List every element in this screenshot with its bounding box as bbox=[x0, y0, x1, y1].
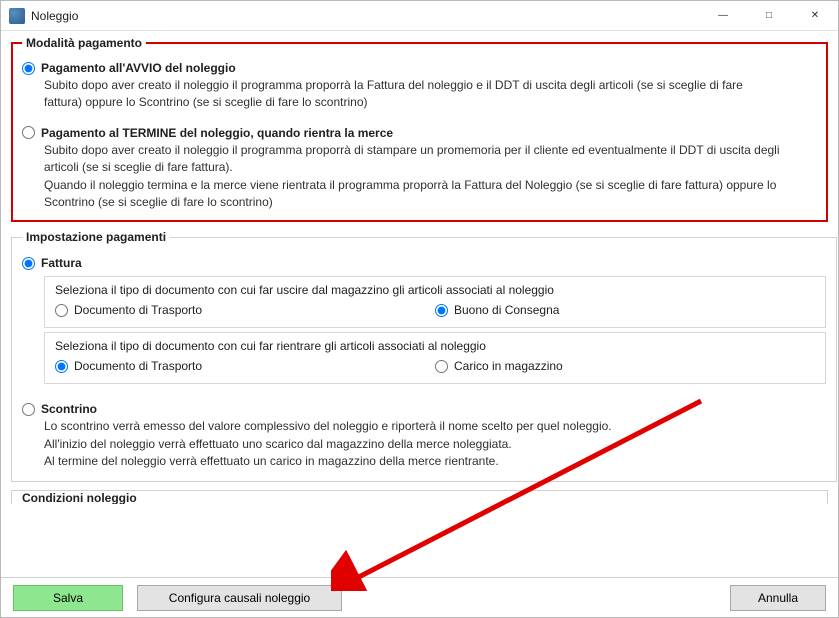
payment-end-desc: Subito dopo aver creato il noleggio il p… bbox=[44, 142, 817, 212]
payment-start-row[interactable]: Pagamento all'AVVIO del noleggio bbox=[22, 61, 817, 75]
scontrino-row[interactable]: Scontrino bbox=[22, 402, 826, 416]
uscita-box: Seleziona il tipo di documento con cui f… bbox=[44, 276, 826, 328]
payment-end-radio[interactable] bbox=[22, 126, 35, 139]
conditions-legend: Condizioni noleggio bbox=[22, 491, 137, 504]
window-controls: ― □ ✕ bbox=[700, 1, 838, 30]
window-title: Noleggio bbox=[31, 9, 700, 23]
scontrino-desc: Lo scontrino verrà emesso del valore com… bbox=[44, 418, 826, 470]
uscita-ddt-radio[interactable] bbox=[55, 304, 68, 317]
conditions-group: Condizioni noleggio bbox=[11, 490, 828, 504]
rientro-ddt-row[interactable]: Documento di Trasporto bbox=[55, 359, 435, 373]
rientro-box: Seleziona il tipo di documento con cui f… bbox=[44, 332, 826, 384]
rientro-ddt-label: Documento di Trasporto bbox=[74, 359, 202, 373]
rientro-carico-label: Carico in magazzino bbox=[454, 359, 563, 373]
rientro-carico-radio[interactable] bbox=[435, 360, 448, 373]
rientro-prompt: Seleziona il tipo di documento con cui f… bbox=[55, 339, 815, 353]
app-icon bbox=[9, 8, 25, 24]
rientro-ddt-radio[interactable] bbox=[55, 360, 68, 373]
payment-settings-legend: Impostazione pagamenti bbox=[22, 230, 170, 244]
uscita-buono-radio[interactable] bbox=[435, 304, 448, 317]
uscita-ddt-label: Documento di Trasporto bbox=[74, 303, 202, 317]
cancel-button[interactable]: Annulla bbox=[730, 585, 826, 611]
fattura-radio[interactable] bbox=[22, 257, 35, 270]
uscita-ddt-row[interactable]: Documento di Trasporto bbox=[55, 303, 435, 317]
configure-causali-button[interactable]: Configura causali noleggio bbox=[137, 585, 342, 611]
footer-bar: Salva Configura causali noleggio Annulla bbox=[1, 577, 838, 617]
fattura-subgroup: Seleziona il tipo di documento con cui f… bbox=[44, 276, 826, 384]
scontrino-label: Scontrino bbox=[41, 402, 97, 416]
fattura-row[interactable]: Fattura bbox=[22, 256, 826, 270]
payment-end-label: Pagamento al TERMINE del noleggio, quand… bbox=[41, 126, 393, 140]
payment-mode-legend: Modalità pagamento bbox=[22, 36, 146, 50]
maximize-button[interactable]: □ bbox=[746, 1, 792, 30]
payment-start-label: Pagamento all'AVVIO del noleggio bbox=[41, 61, 236, 75]
rientro-carico-row[interactable]: Carico in magazzino bbox=[435, 359, 815, 373]
titlebar: Noleggio ― □ ✕ bbox=[1, 1, 838, 31]
minimize-button[interactable]: ― bbox=[700, 1, 746, 30]
uscita-prompt: Seleziona il tipo di documento con cui f… bbox=[55, 283, 815, 297]
fattura-label: Fattura bbox=[41, 256, 82, 270]
payment-settings-group: Impostazione pagamenti Fattura Seleziona… bbox=[11, 230, 837, 481]
content-area: Modalità pagamento Pagamento all'AVVIO d… bbox=[1, 31, 838, 579]
uscita-buono-label: Buono di Consegna bbox=[454, 303, 559, 317]
uscita-buono-row[interactable]: Buono di Consegna bbox=[435, 303, 815, 317]
payment-start-radio[interactable] bbox=[22, 62, 35, 75]
save-button[interactable]: Salva bbox=[13, 585, 123, 611]
payment-end-row[interactable]: Pagamento al TERMINE del noleggio, quand… bbox=[22, 126, 817, 140]
close-button[interactable]: ✕ bbox=[792, 1, 838, 30]
payment-start-desc: Subito dopo aver creato il noleggio il p… bbox=[44, 77, 764, 112]
payment-mode-group: Modalità pagamento Pagamento all'AVVIO d… bbox=[11, 36, 828, 222]
scontrino-radio[interactable] bbox=[22, 403, 35, 416]
